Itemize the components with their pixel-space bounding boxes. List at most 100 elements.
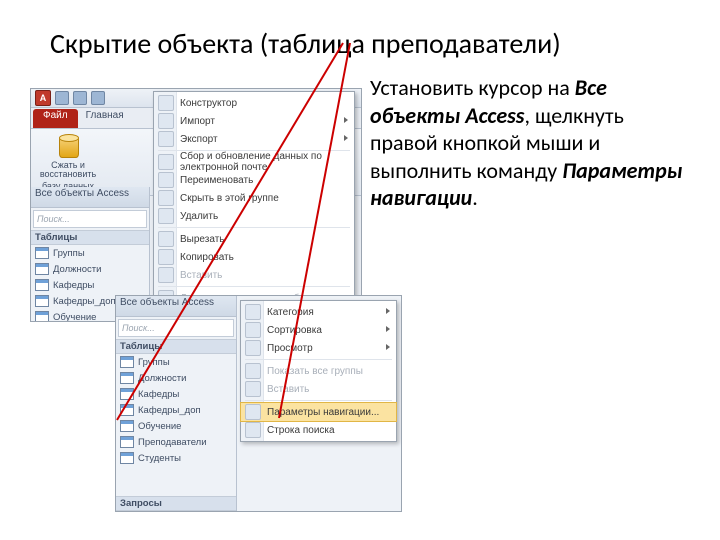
table-icon <box>120 356 134 368</box>
ctx-item[interactable]: Просмотр <box>241 339 396 357</box>
ctx-item-icon <box>158 172 174 188</box>
nav-header[interactable]: Все объекты Access <box>31 187 149 208</box>
nav-table-label: Преподаватели <box>138 437 207 448</box>
ctx-item-icon <box>158 231 174 247</box>
ctx-item[interactable]: Конструктор <box>154 94 354 112</box>
table-icon <box>35 311 49 321</box>
nav-table-label: Кафедры_доп <box>138 405 201 416</box>
nav-table-label: Обучение <box>53 312 96 322</box>
nav-table-item[interactable]: Должности <box>31 261 149 277</box>
nav-table-label: Кафедры <box>53 280 94 291</box>
nav-table-item[interactable]: Преподаватели <box>116 434 236 450</box>
t-pre: Установить курсор на <box>370 74 575 101</box>
ctx-item-icon <box>245 422 261 438</box>
ctx-item: Вставить <box>241 380 396 398</box>
tab-home[interactable]: Главная <box>78 109 132 128</box>
tab-file[interactable]: Файл <box>33 109 78 128</box>
screenshot-access-1: A Файл Главная Сжать и восстановить базу… <box>30 88 362 322</box>
ctx-separator <box>245 359 392 360</box>
nav-group-queries[interactable]: Запросы <box>116 496 236 511</box>
explanation-text: Установить курсор на Все объекты Access,… <box>370 74 690 212</box>
database-icon <box>59 136 79 158</box>
nav-table-item[interactable]: Группы <box>116 354 236 370</box>
ctx-item[interactable]: Сбор и обновление данных по электронной … <box>154 153 354 171</box>
nav-table-label: Кафедры <box>138 389 179 400</box>
ctx-item-label: Удалить <box>180 211 218 222</box>
ctx-item: Показать все группы <box>241 362 396 380</box>
ctx-item[interactable]: Импорт <box>154 112 354 130</box>
ctx-item-label: Сбор и обновление данных по электронной … <box>180 151 346 173</box>
ctx-item[interactable]: Копировать <box>154 248 354 266</box>
ctx-item[interactable]: Категория <box>241 303 396 321</box>
nav-table-label: Группы <box>138 357 170 368</box>
ctx-item-label: Импорт <box>180 116 215 127</box>
ctx-item-label: Показать все группы <box>267 366 363 377</box>
table-icon <box>120 372 134 384</box>
nav-group-tables-2[interactable]: Таблицы <box>116 339 236 354</box>
context-menu-nav: Категория СортировкаПросмотр Показать все … <box>240 300 397 442</box>
table-icon <box>120 452 134 464</box>
nav-table-label: Студенты <box>138 453 181 464</box>
ctx-separator <box>158 227 350 228</box>
ctx-item[interactable]: Скрыть в этой группе <box>154 189 354 207</box>
table-icon <box>35 295 49 307</box>
ctx-item-icon <box>158 208 174 224</box>
ctx-separator <box>245 400 392 401</box>
ctx-item[interactable]: Экспорт <box>154 130 354 148</box>
nav-table-label: Группы <box>53 248 85 259</box>
nav-table-item[interactable]: Кафедры_доп <box>116 402 236 418</box>
chevron-right-icon <box>344 117 348 123</box>
context-menu-table: Конструктор Импорт Экспорт Сбор и обновлени… <box>153 91 355 310</box>
nav-table-item[interactable]: Группы <box>31 245 149 261</box>
ctx-item-icon <box>158 267 174 283</box>
table-icon <box>35 247 49 259</box>
ctx-item-label: Скрыть в этой группе <box>180 193 279 204</box>
qat-undo-icon[interactable] <box>73 91 87 105</box>
ctx-item[interactable]: Переименовать <box>154 171 354 189</box>
ctx-item-label: Категория <box>267 307 314 318</box>
nav-table-label: Кафедры_доп <box>53 296 116 307</box>
ctx-item[interactable]: Удалить <box>154 207 354 225</box>
nav-table-item[interactable]: Кафедры <box>116 386 236 402</box>
ctx-item-icon <box>158 190 174 206</box>
table-icon <box>35 263 49 275</box>
ctx-item[interactable]: Вырезать <box>154 230 354 248</box>
table-icon <box>120 388 134 400</box>
compact-l1: Сжать и восстановить <box>37 161 99 180</box>
nav-table-item[interactable]: Кафедры <box>31 277 149 293</box>
table-icon <box>35 279 49 291</box>
ctx-item-icon <box>158 249 174 265</box>
ctx-item[interactable]: Сортировка <box>241 321 396 339</box>
nav-table-label: Обучение <box>138 421 181 432</box>
qat-redo-icon[interactable] <box>91 91 105 105</box>
ctx-item-icon <box>158 113 174 129</box>
ctx-item-label: Вставить <box>267 384 309 395</box>
chevron-right-icon <box>386 326 390 332</box>
nav-table-label: Должности <box>53 264 101 275</box>
table-icon <box>120 436 134 448</box>
ctx-item-icon <box>245 404 261 420</box>
nav-group-tables[interactable]: Таблицы <box>31 230 149 245</box>
ctx-item-label: Экспорт <box>180 134 218 145</box>
navigation-pane-2[interactable]: Все объекты Access Поиск... Таблицы Груп… <box>116 296 237 511</box>
nav-search-input[interactable]: Поиск... <box>33 210 147 228</box>
ctx-item-label: Вставить <box>180 270 222 281</box>
ctx-item-label: Копировать <box>180 252 234 263</box>
qat-save-icon[interactable] <box>55 91 69 105</box>
nav-table-item[interactable]: Студенты <box>116 450 236 466</box>
chevron-right-icon <box>344 135 348 141</box>
ctx-item-nav-options[interactable]: Параметры навигации... <box>241 403 396 421</box>
ctx-item: Вставить <box>154 266 354 284</box>
ctx-item-label: Конструктор <box>180 98 237 109</box>
nav-table-item[interactable]: Должности <box>116 370 236 386</box>
ctx-item[interactable]: Строка поиска <box>241 421 396 439</box>
chevron-right-icon <box>386 344 390 350</box>
nav-table-item[interactable]: Обучение <box>116 418 236 434</box>
ctx-item-icon <box>245 304 261 320</box>
nav-header-2[interactable]: Все объекты Access <box>116 296 236 317</box>
ctx-item-icon <box>245 322 261 338</box>
ctx-item-icon <box>245 381 261 397</box>
ctx-item-icon <box>158 154 174 170</box>
nav-search-input-2[interactable]: Поиск... <box>118 319 234 337</box>
access-app-icon: A <box>35 90 51 106</box>
